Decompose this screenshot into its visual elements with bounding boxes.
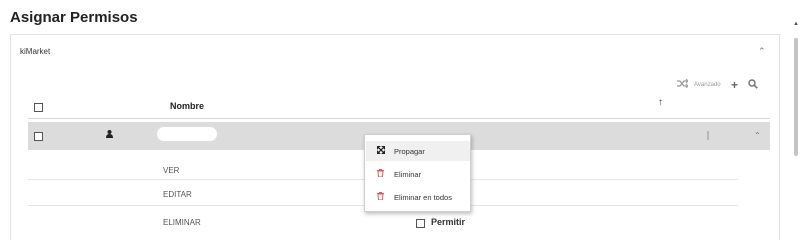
- scrollbar-thumb[interactable]: [794, 38, 798, 156]
- column-header-nombre[interactable]: Nombre: [170, 101, 204, 111]
- permission-label-eliminar: ELIMINAR: [163, 218, 201, 227]
- sort-ascending-icon[interactable]: ↑: [658, 97, 663, 108]
- trash-icon: [377, 169, 384, 179]
- user-icon: [106, 130, 113, 140]
- redacted-user-name: [157, 127, 217, 141]
- menu-item-label: Eliminar en todos: [394, 193, 452, 202]
- plus-icon[interactable]: +: [731, 78, 738, 92]
- scroll-up-icon[interactable]: ▲: [793, 21, 799, 27]
- expand-arrows-icon: [376, 145, 386, 156]
- chevron-up-icon[interactable]: ⌃: [758, 46, 766, 57]
- menu-item-label: Propagar: [394, 147, 425, 156]
- permission-label-editar: EDITAR: [163, 190, 192, 199]
- header-divider: [28, 118, 770, 119]
- allow-label[interactable]: Permitir: [431, 217, 465, 227]
- page-title: Asignar Permisos: [10, 9, 138, 26]
- advanced-label[interactable]: Avanzado: [694, 82, 721, 88]
- chevron-up-icon[interactable]: ⌃: [754, 131, 761, 140]
- search-icon[interactable]: [748, 79, 758, 91]
- trash-icon: [377, 192, 384, 202]
- shuffle-icon[interactable]: [677, 78, 689, 90]
- menu-item-eliminar-en-todos[interactable]: Eliminar en todos: [366, 187, 470, 207]
- permission-label-ver: VER: [163, 166, 180, 175]
- menu-item-propagar[interactable]: Propagar: [366, 141, 470, 161]
- menu-item-eliminar[interactable]: Eliminar: [366, 164, 470, 184]
- row-handle[interactable]: [707, 131, 709, 140]
- select-all-checkbox[interactable]: [34, 103, 43, 112]
- menu-item-label: Eliminar: [394, 170, 422, 179]
- allow-checkbox[interactable]: [416, 219, 425, 228]
- context-menu: Propagar Eliminar Eliminar en todos: [364, 134, 471, 212]
- panel-name: kiMarket: [20, 47, 51, 56]
- user-row-checkbox[interactable]: [34, 132, 43, 141]
